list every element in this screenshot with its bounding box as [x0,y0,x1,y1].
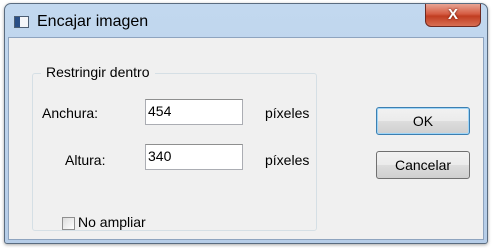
no-enlarge-label[interactable]: No ampliar [78,214,146,230]
height-input[interactable]: 340 [145,144,243,170]
image-icon [14,16,29,28]
width-unit-label: píxeles [265,105,310,121]
close-button[interactable]: X [425,4,481,27]
dialog-client-area: Restringir dentro Anchura: 454 píxeles A… [8,37,484,240]
width-label: Anchura: [42,105,99,121]
no-enlarge-checkbox[interactable] [62,217,75,230]
window-title: Encajar imagen [37,13,149,30]
close-icon: X [447,6,458,23]
height-label: Altura: [65,152,106,168]
title-bar[interactable]: Encajar imagen X [5,4,487,40]
ok-button[interactable]: OK [376,107,470,135]
cancel-button[interactable]: Cancelar [376,151,470,179]
width-input[interactable]: 454 [145,99,243,125]
height-unit-label: píxeles [265,152,310,168]
groupbox-label: Restringir dentro [41,64,155,80]
